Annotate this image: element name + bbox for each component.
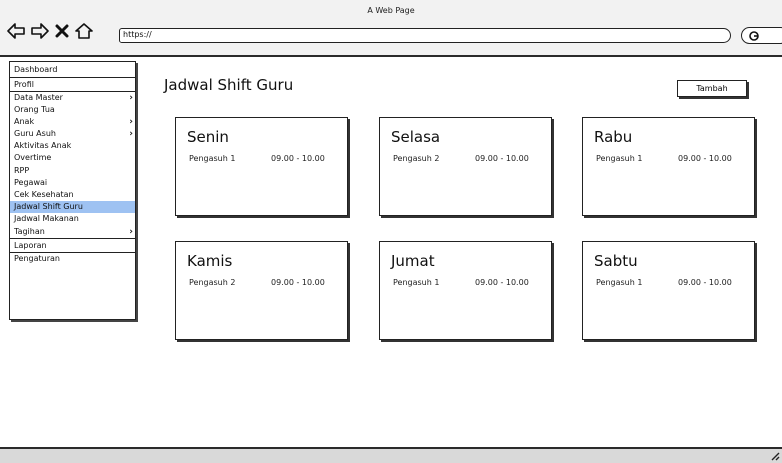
browser-chrome: A Web Page https:// [0,0,782,57]
card-person: Pengasuh 1 [393,278,440,287]
status-bar [0,447,782,463]
page-title: Jadwal Shift Guru [164,76,294,94]
resize-handle-icon[interactable] [770,451,780,461]
shift-card[interactable]: Jumat Pengasuh 1 09.00 - 10.00 [379,241,552,340]
shift-card[interactable]: Senin Pengasuh 1 09.00 - 10.00 [175,117,348,216]
card-day: Jumat [391,252,435,270]
card-person: Pengasuh 2 [393,154,440,163]
close-icon[interactable] [55,24,69,38]
chevron-right-icon: › [129,117,133,128]
sidebar-item-profil[interactable]: Profil [10,78,135,92]
shift-card[interactable]: Sabtu Pengasuh 1 09.00 - 10.00 [582,241,755,340]
card-day: Senin [187,128,229,146]
sidebar-item-dashboard[interactable]: Dashboard [10,62,135,78]
card-day: Sabtu [594,252,638,270]
shift-card[interactable]: Selasa Pengasuh 2 09.00 - 10.00 [379,117,552,216]
shift-card[interactable]: Kamis Pengasuh 2 09.00 - 10.00 [175,241,348,340]
sidebar-item-guru-asuh[interactable]: Guru Asuh › [10,128,135,140]
search-icon [749,31,759,41]
address-bar[interactable]: https:// [119,28,731,43]
add-button[interactable]: Tambah [677,80,747,97]
sidebar-item-jadwal-shift-guru[interactable]: Jadwal Shift Guru [10,200,135,213]
sidebar-item-cek-kesehatan[interactable]: Cek Kesehatan [10,189,135,201]
card-time: 09.00 - 10.00 [475,278,529,287]
card-person: Pengasuh 2 [189,278,236,287]
sidebar-item-laporan[interactable]: Laporan [10,239,135,254]
card-person: Pengasuh 1 [596,278,643,287]
home-icon[interactable] [75,23,93,39]
sidebar-item-tagihan[interactable]: Tagihan › [10,225,135,240]
sidebar-menu: Dashboard Profil Data Master › Orang Tua … [9,61,136,320]
card-time: 09.00 - 10.00 [271,278,325,287]
search-box[interactable] [741,27,782,44]
card-person: Pengasuh 1 [596,154,643,163]
card-time: 09.00 - 10.00 [271,154,325,163]
sidebar-item-data-master[interactable]: Data Master › [10,92,135,104]
back-arrow-icon[interactable] [7,23,25,39]
chevron-right-icon: › [129,227,133,238]
sidebar-item-anak[interactable]: Anak › [10,116,135,128]
sidebar-item-aktivitas-anak[interactable]: Aktivitas Anak [10,140,135,152]
navigation-buttons [7,23,93,39]
card-time: 09.00 - 10.00 [678,278,732,287]
sidebar-item-orang-tua[interactable]: Orang Tua [10,104,135,116]
sidebar-item-pegawai[interactable]: Pegawai [10,177,135,189]
forward-arrow-icon[interactable] [31,23,49,39]
sidebar-item-jadwal-makanan[interactable]: Jadwal Makanan [10,213,135,225]
card-day: Selasa [391,128,441,146]
card-day: Kamis [187,252,233,270]
sidebar-item-rpp[interactable]: RPP [10,165,135,177]
sidebar-item-pengaturan[interactable]: Pengaturan [10,253,135,265]
card-time: 09.00 - 10.00 [678,154,732,163]
card-person: Pengasuh 1 [189,154,236,163]
sidebar-item-overtime[interactable]: Overtime [10,152,135,164]
chevron-right-icon: › [129,129,133,140]
card-time: 09.00 - 10.00 [475,154,529,163]
shift-card[interactable]: Rabu Pengasuh 1 09.00 - 10.00 [582,117,755,216]
window-title: A Web Page [367,6,415,15]
chevron-right-icon: › [129,93,133,103]
card-day: Rabu [594,128,633,146]
